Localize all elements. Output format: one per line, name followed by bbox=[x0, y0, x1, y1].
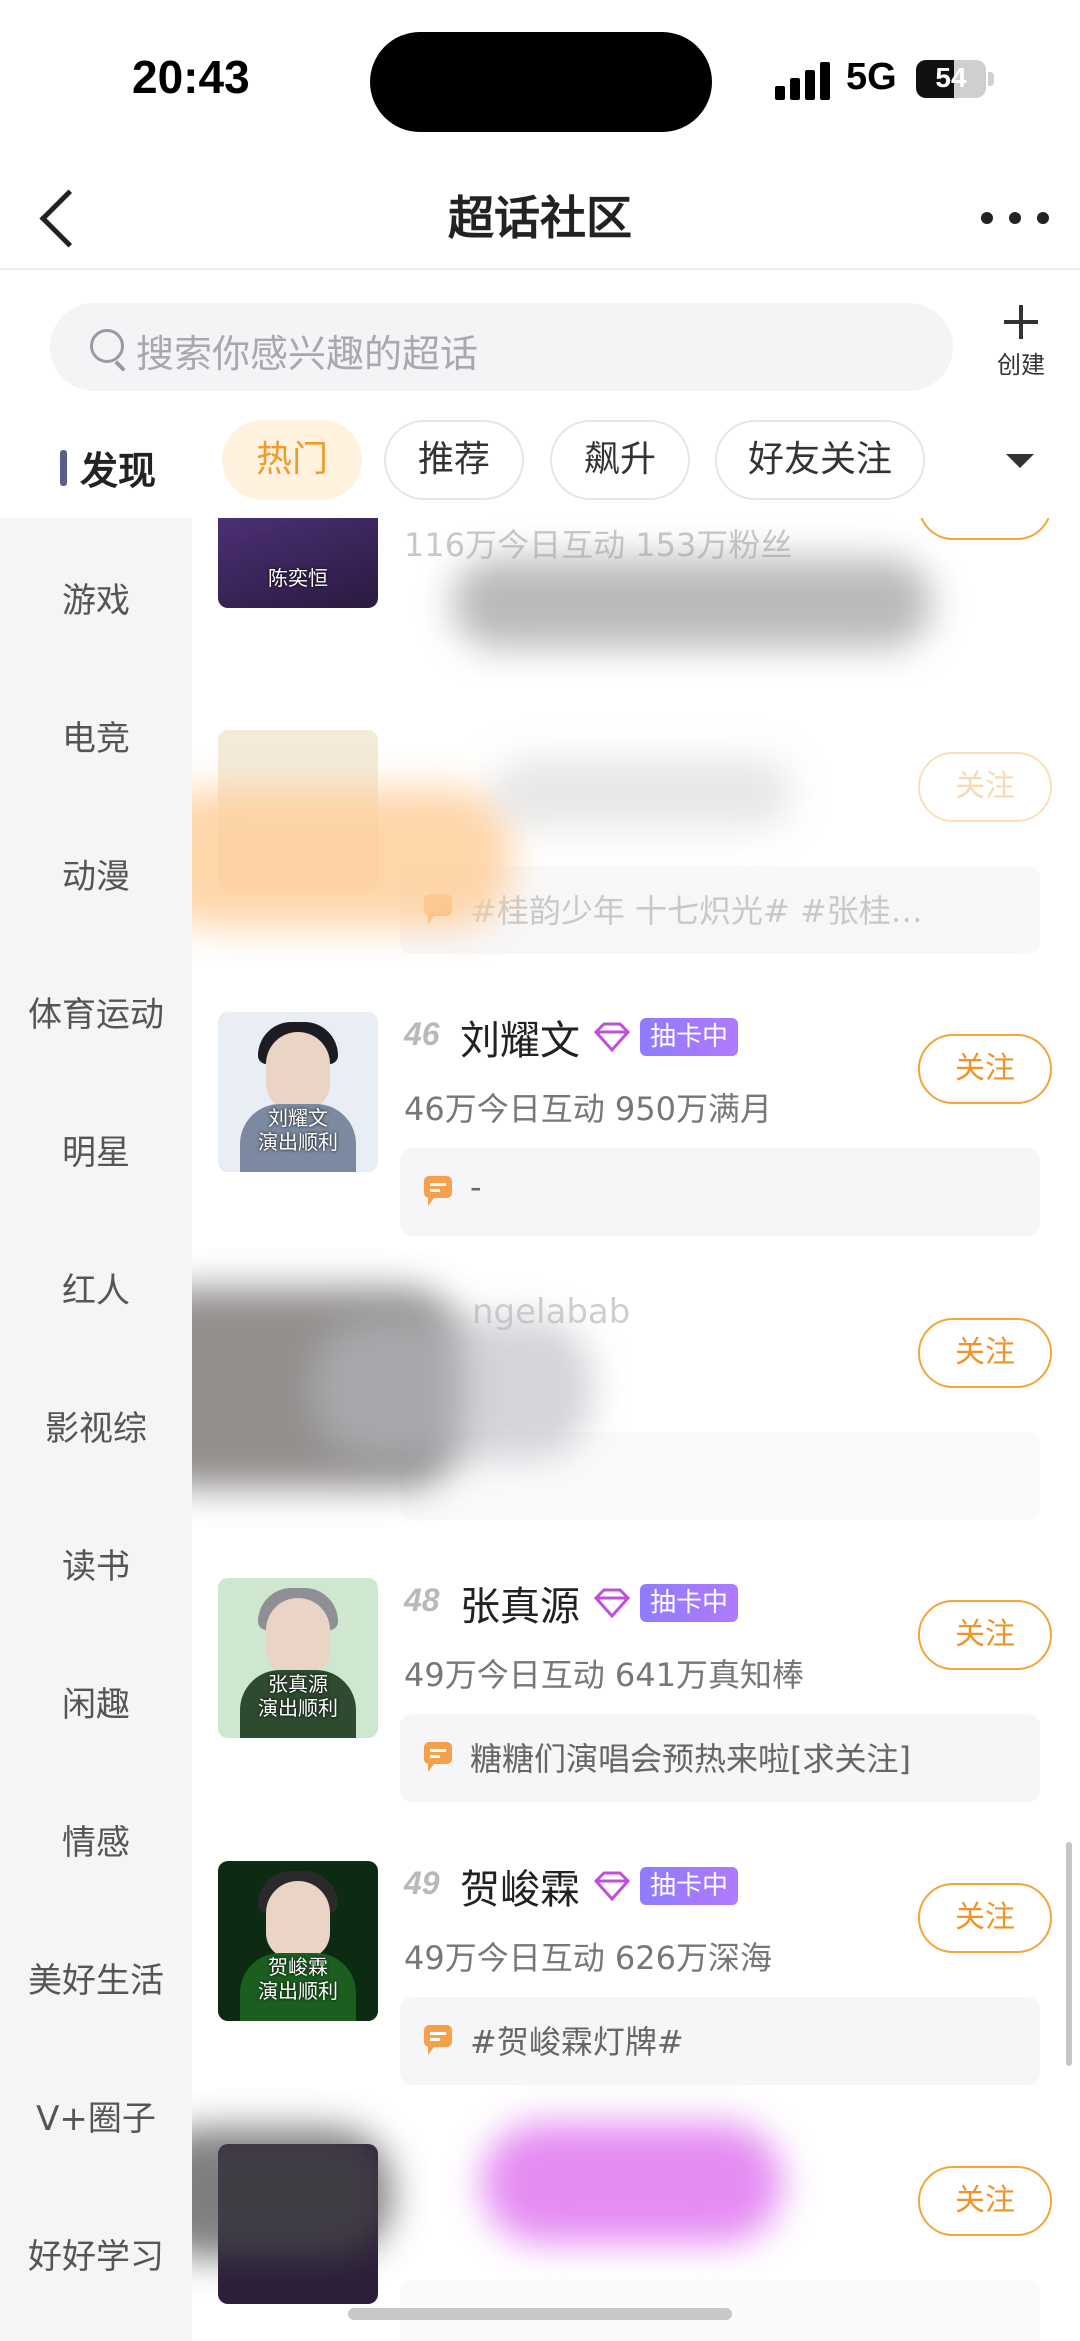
status-badge: 抽卡中 bbox=[640, 1584, 739, 1622]
topic-card-he-junlin[interactable]: 贺峻霖 演出顺利 49 贺峻霖 抽卡中 49万今日互动 626万深海 关注 #贺… bbox=[192, 1861, 1080, 2145]
search-input[interactable]: 搜索你感兴趣的超话 bbox=[50, 303, 953, 391]
search-placeholder: 搜索你感兴趣的超话 bbox=[136, 332, 479, 376]
follow-button[interactable]: 关注 bbox=[918, 1318, 1052, 1388]
status-bar: 20:43 5G 54 bbox=[0, 0, 1080, 160]
rank-number: 48 bbox=[404, 1582, 440, 1618]
obscured-area bbox=[452, 558, 932, 648]
sidebar-item-esports[interactable]: 电竞 bbox=[0, 711, 192, 760]
follow-button[interactable]: 关注 bbox=[918, 1600, 1052, 1670]
diamond-icon bbox=[593, 1022, 631, 1052]
battery-level: 54 bbox=[935, 62, 967, 93]
sidebar-item-good-life[interactable]: 美好生活 bbox=[0, 1953, 192, 2002]
sidebar-item-stars[interactable]: 明星 bbox=[0, 1125, 192, 1174]
diamond-icon bbox=[593, 1588, 631, 1618]
battery-icon: 54 bbox=[916, 60, 986, 98]
chat-icon bbox=[424, 1742, 452, 1772]
sidebar-item-study[interactable]: 好好学习 bbox=[0, 2229, 192, 2278]
chip-hot[interactable]: 热门 bbox=[222, 420, 362, 500]
topic-cover: 陈奕恒 bbox=[218, 518, 378, 608]
status-badge: 抽卡中 bbox=[640, 1018, 739, 1056]
rank-number: 46 bbox=[404, 1016, 440, 1052]
topic-card-zhang-zhenyuan[interactable]: 张真源 演出顺利 48 张真源 抽卡中 49万今日互动 641万真知棒 关注 糖… bbox=[192, 1578, 1080, 1862]
follow-button[interactable]: 关注 bbox=[918, 1034, 1052, 1104]
chat-icon bbox=[424, 2025, 452, 2055]
status-time: 20:43 bbox=[132, 51, 250, 103]
sidebar-item-games[interactable]: 游戏 bbox=[0, 573, 192, 622]
dynamic-island bbox=[370, 32, 712, 132]
diamond-icon bbox=[593, 1871, 631, 1901]
plus-icon bbox=[1004, 305, 1038, 339]
follow-button[interactable]: 关注 bbox=[918, 1883, 1052, 1953]
nav-bar: 超话社区 bbox=[0, 160, 1080, 270]
follow-button[interactable]: 关注 bbox=[918, 2166, 1052, 2236]
signal-icon bbox=[775, 60, 831, 100]
scrollbar[interactable] bbox=[1066, 1842, 1072, 2066]
follow-button[interactable]: 关注 bbox=[918, 752, 1052, 822]
chat-icon bbox=[424, 1176, 452, 1206]
topic-name: 张真源 bbox=[460, 1584, 580, 1630]
sidebar-item-vplus-circle[interactable]: V+圈子 bbox=[0, 2091, 192, 2140]
follow-button[interactable]: 关注 bbox=[918, 518, 1052, 540]
category-sidebar: 游戏 电竞 动漫 体育运动 明星 红人 影视综 读书 闲趣 情感 美好生活 V+… bbox=[0, 518, 192, 2341]
sidebar-item-leisure[interactable]: 闲趣 bbox=[0, 1677, 192, 1726]
obscured-area bbox=[312, 1318, 592, 1458]
sidebar-item-sports[interactable]: 体育运动 bbox=[0, 987, 192, 1036]
latest-post[interactable]: 糖糖们演唱会预热来啦[求关注] bbox=[400, 1714, 1040, 1802]
create-button[interactable]: 创建 bbox=[990, 305, 1052, 385]
chip-rising[interactable]: 飙升 bbox=[550, 420, 690, 500]
chevron-down-icon[interactable] bbox=[1000, 442, 1040, 482]
latest-post[interactable]: - bbox=[400, 1148, 1040, 1236]
tab-discover[interactable]: 发现 bbox=[10, 418, 190, 518]
obscured-area bbox=[482, 2123, 782, 2243]
home-indicator[interactable] bbox=[348, 2308, 732, 2320]
topic-name: 贺峻霖 bbox=[460, 1867, 580, 1913]
obscured-area bbox=[192, 2128, 392, 2258]
rank-number: 49 bbox=[404, 1865, 440, 1901]
more-icon[interactable] bbox=[975, 190, 1055, 240]
topic-stats: 49万今日互动 641万真知棒 bbox=[404, 1656, 804, 1694]
topic-cover: 刘耀文 演出顺利 bbox=[218, 1012, 378, 1172]
search-icon bbox=[90, 329, 124, 363]
latest-post[interactable]: #贺峻霖灯牌# bbox=[400, 1997, 1040, 2085]
create-label: 创建 bbox=[997, 351, 1045, 379]
obscured-area bbox=[192, 788, 512, 928]
chip-recommend[interactable]: 推荐 bbox=[384, 420, 524, 500]
topic-card-liu-yaowen[interactable]: 刘耀文 演出顺利 46 刘耀文 抽卡中 46万今日互动 950万满月 关注 - bbox=[192, 1012, 1080, 1296]
sidebar-item-reading[interactable]: 读书 bbox=[0, 1539, 192, 1588]
sidebar-item-emotion[interactable]: 情感 bbox=[0, 1815, 192, 1864]
network-label: 5G bbox=[846, 56, 897, 98]
filter-row: 发现 热门 推荐 飙升 好友关注 bbox=[0, 418, 1080, 518]
sidebar-item-influencers[interactable]: 红人 bbox=[0, 1263, 192, 1312]
page-title: 超话社区 bbox=[448, 191, 632, 245]
topic-name: 刘耀文 bbox=[460, 1018, 580, 1064]
topic-stats: 49万今日互动 626万深海 bbox=[404, 1939, 772, 1977]
sidebar-item-anime[interactable]: 动漫 bbox=[0, 849, 192, 898]
topic-cover: 张真源 演出顺利 bbox=[218, 1578, 378, 1738]
sidebar-item-film-tv[interactable]: 影视综 bbox=[0, 1401, 192, 1450]
topic-cover: 贺峻霖 演出顺利 bbox=[218, 1861, 378, 2021]
topic-stats: 46万今日互动 950万满月 bbox=[404, 1090, 772, 1128]
status-badge: 抽卡中 bbox=[640, 1867, 739, 1905]
obscured-area bbox=[492, 758, 792, 828]
topic-feed: 陈奕恒 116万今日互动 153万粉丝 关注 关注 #桂韵少年 十七炽光# #张… bbox=[192, 518, 1080, 2341]
chip-friends-follow[interactable]: 好友关注 bbox=[715, 420, 925, 500]
